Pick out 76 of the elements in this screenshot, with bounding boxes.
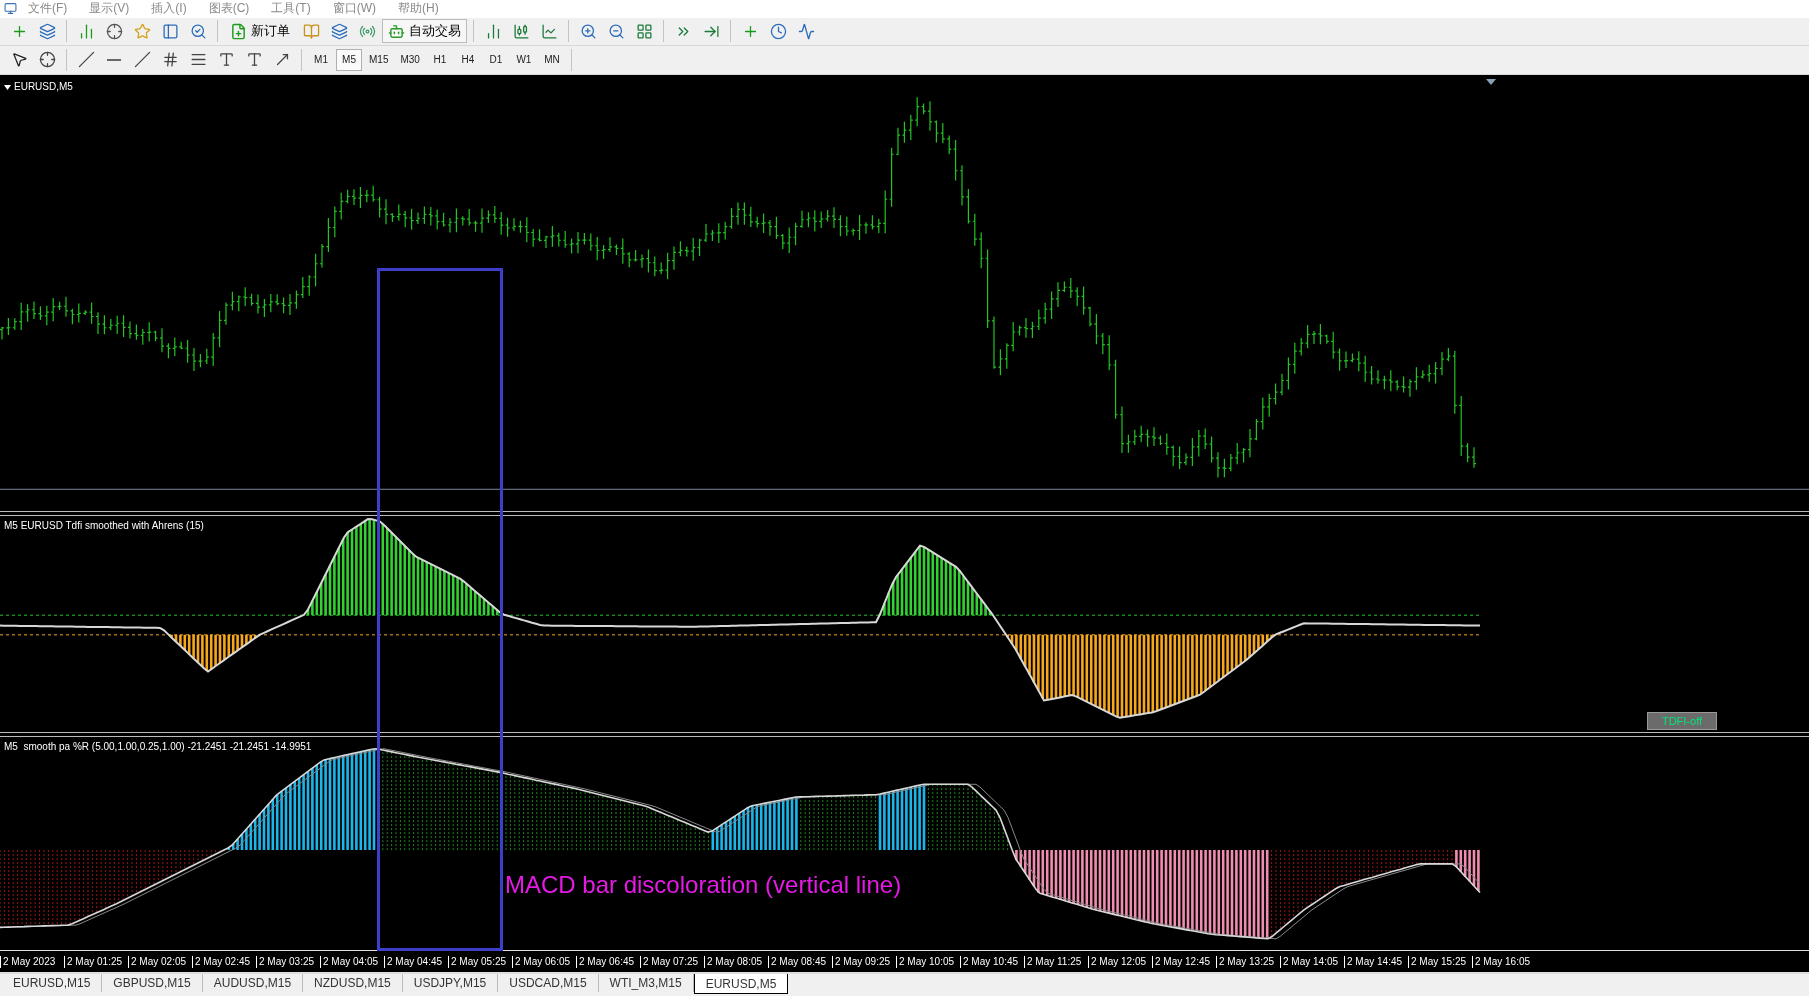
- timeframe-button[interactable]: D1: [482, 49, 509, 71]
- crosshair-icon: [38, 51, 56, 69]
- menu-item[interactable]: 插入(I): [140, 0, 198, 18]
- annotation-text: MACD bar discoloration (vertical line): [505, 870, 902, 899]
- horizontal-line-icon: [107, 59, 121, 61]
- chart-title: EURUSD,M5: [14, 80, 73, 92]
- time-label: 2 May 12:05: [1088, 955, 1152, 968]
- star-icon: [133, 22, 151, 40]
- chart-tab[interactable]: EURUSD,M15: [2, 974, 103, 993]
- time-label: 2 May 02:05: [128, 955, 192, 968]
- tile-windows-icon: [635, 22, 653, 40]
- chart-tab[interactable]: USDCAD,M15: [498, 974, 599, 993]
- time-label: 2 May 14:45: [1344, 955, 1408, 968]
- timeframe-button[interactable]: M30: [395, 49, 425, 71]
- caret-icon: [4, 84, 11, 90]
- app-icon: [4, 2, 17, 16]
- menu-item[interactable]: 帮助(H): [387, 0, 450, 18]
- cursor-icon: [10, 51, 28, 69]
- tester-icon: [189, 22, 207, 40]
- time-label: 2 May 13:25: [1216, 955, 1280, 968]
- timeframe-button[interactable]: MN: [538, 49, 565, 71]
- auto-trading-button[interactable]: 自动交易: [382, 19, 467, 44]
- chart-tab[interactable]: AUDUSD,M15: [202, 974, 304, 993]
- indicator-title: M5 EURUSD Tdfi smoothed with Ahrens (15): [4, 519, 204, 531]
- time-label: 2 May 06:45: [576, 955, 640, 968]
- robot-icon: [388, 22, 405, 40]
- time-label: 2 May 02:45: [192, 955, 256, 968]
- chart-tab[interactable]: GBPUSD,M15: [102, 974, 203, 993]
- timeframe-button[interactable]: H4: [454, 49, 481, 71]
- time-label: 2 May 14:05: [1280, 955, 1344, 968]
- menu-item[interactable]: 工具(T): [260, 0, 322, 18]
- timeframe-button[interactable]: W1: [510, 49, 537, 71]
- menu-item[interactable]: 显示(V): [78, 0, 141, 18]
- timeframe-button[interactable]: M1: [308, 49, 334, 71]
- chart-tab[interactable]: NZDUSD,M15: [303, 974, 403, 993]
- time-label: 2 May 04:05: [320, 955, 384, 968]
- chart-tab[interactable]: USDJPY,M15: [402, 974, 499, 993]
- chart-tab[interactable]: EURUSD,M5: [693, 974, 789, 995]
- timeframe-button[interactable]: M5: [336, 49, 362, 71]
- text-label-icon: [245, 51, 263, 69]
- time-label: 2 May 08:45: [768, 955, 832, 968]
- time-label: 2 May 11:25: [1024, 955, 1088, 968]
- time-label: 2 May 06:05: [512, 955, 576, 968]
- book-icon: [302, 22, 320, 40]
- text-icon: [217, 51, 235, 69]
- time-label: 2 May 10:45: [960, 955, 1024, 968]
- time-label: 2 May 16:05: [1472, 955, 1536, 968]
- menu-item[interactable]: 图表(C): [197, 0, 261, 18]
- time-label: 2 May 08:05: [704, 955, 768, 968]
- time-label: 2 May 09:25: [832, 955, 896, 968]
- time-label: 2 May 04:45: [384, 955, 448, 968]
- clock-icon: [769, 22, 787, 40]
- document-plus-icon: [230, 22, 247, 40]
- timeframe-button[interactable]: M15: [364, 49, 394, 71]
- indicator-title: M5 smooth pa %R (5.00,1.00,0.25,1.00) -21.2451 -21.2451 -14.9951: [4, 740, 312, 752]
- timeframe-button[interactable]: H1: [426, 49, 453, 71]
- line-chart-icon: [540, 22, 558, 40]
- zoom-in-icon: [579, 22, 597, 40]
- time-label: 2 May 10:05: [896, 955, 960, 968]
- time-label: 2 May 03:25: [256, 955, 320, 968]
- trend-line-icon: [133, 51, 151, 69]
- time-label: 2 May 07:25: [640, 955, 704, 968]
- zoom-out-icon: [607, 22, 625, 40]
- crosshair-icon: [105, 22, 123, 40]
- time-label: 2 May 2023: [0, 955, 64, 968]
- time-label: 2 May 12:45: [1152, 955, 1216, 968]
- navigator-icon: [161, 22, 179, 40]
- time-label: 2 May 15:25: [1408, 955, 1472, 968]
- menu-item[interactable]: 窗口(W): [321, 0, 387, 18]
- shift-marker-icon: [1486, 78, 1496, 85]
- time-label: 2 May 05:25: [448, 955, 512, 968]
- new-order-button[interactable]: 新订单: [224, 19, 296, 44]
- time-label: 2 May 01:25: [64, 955, 128, 968]
- chart-tab[interactable]: WTI_M3,M15: [598, 974, 694, 993]
- menu-item[interactable]: 文件(F): [17, 0, 79, 18]
- candlestick-icon: [512, 22, 530, 40]
